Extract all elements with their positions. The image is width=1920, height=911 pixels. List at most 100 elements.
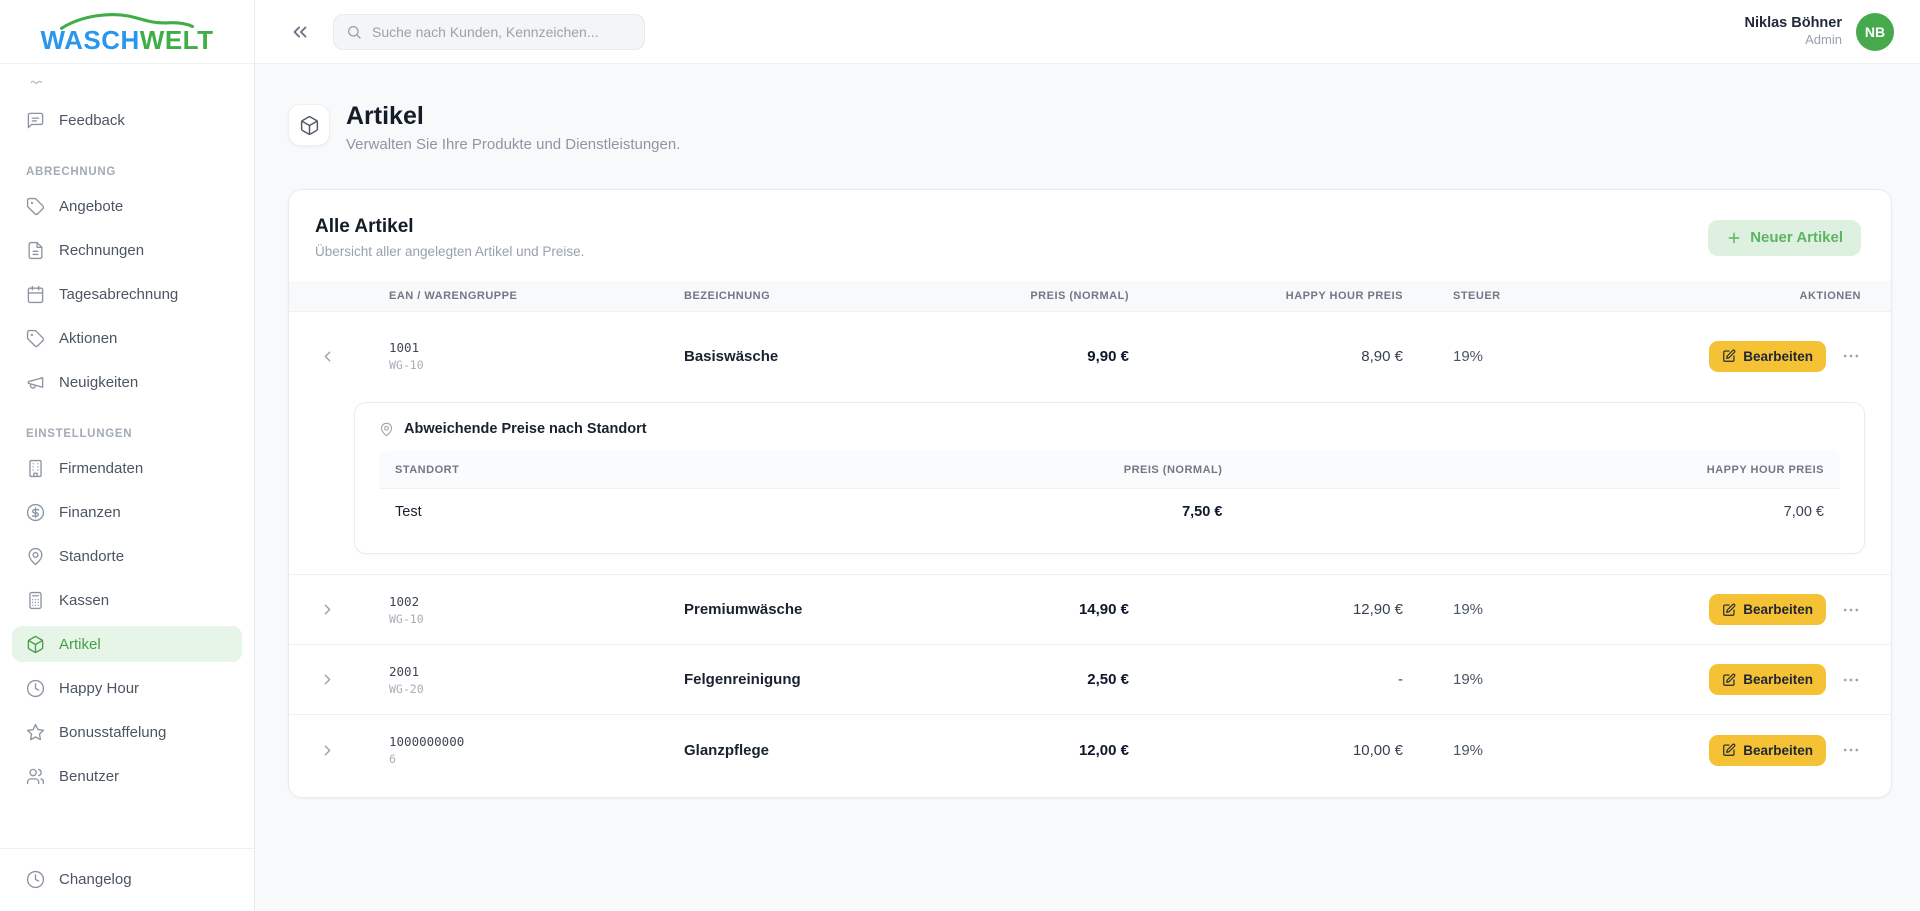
edit-icon [1722,673,1736,687]
sidebar-item-angebote[interactable]: Angebote [12,188,242,224]
section-title-abrechnung: ABRECHNUNG [12,166,242,178]
page-title: Artikel [346,104,680,129]
sidebar-item-tagesabrechnung[interactable]: Tagesabrechnung [12,276,242,312]
tax-value: 19% [1403,671,1579,688]
tag-icon [26,197,45,216]
table-row: 1001 WG-10 Basiswäsche 9,90 € 8,90 € 19%… [289,312,1891,400]
edit-label: Bearbeiten [1743,602,1813,617]
happy-hour-price: 10,00 € [1129,742,1403,759]
row-menu-button[interactable] [1841,670,1861,690]
sidebar-item-feedback[interactable]: Feedback [12,102,242,138]
waschwelt-logo[interactable]: WASCHWELT [41,11,214,53]
warengruppe-value: WG-20 [389,682,684,696]
card-title: Alle Artikel [315,216,584,238]
table-row: 1002 WG-10 Premiumwäsche 14,90 € 12,90 €… [289,575,1891,645]
sidebar: WASCHWELT Feedback ABRECHNUNG Angebote R… [0,0,255,911]
sidebar-item-happy-hour[interactable]: Happy Hour [12,670,242,706]
price-normal: 14,90 € [998,601,1129,618]
page-header: Artikel Verwalten Sie Ihre Produkte und … [288,104,1892,153]
edit-label: Bearbeiten [1743,349,1813,364]
calendar-icon [26,285,45,304]
sidebar-item-artikel[interactable]: Artikel [12,626,242,662]
sidebar-item-label: Finanzen [59,504,121,521]
chevron-left-icon [319,348,336,365]
col-header-ean: EAN / WARENGRUPPE [389,290,684,302]
ellipsis-icon [1841,600,1861,620]
edit-button[interactable]: Bearbeiten [1709,735,1826,766]
warengruppe-value: WG-10 [389,358,684,372]
edit-button[interactable]: Bearbeiten [1709,664,1826,695]
new-article-label: Neuer Artikel [1750,229,1843,246]
page-icon-box [288,104,330,146]
calculator-icon [26,591,45,610]
edit-button[interactable]: Bearbeiten [1709,341,1826,372]
sidebar-collapse-button[interactable] [289,21,311,43]
row-menu-button[interactable] [1841,600,1861,620]
sidebar-item-label: Artikel [59,636,101,653]
expand-row-button[interactable] [289,742,389,759]
ean-value: 1000000000 [389,734,684,749]
location-table-row: Test 7,50 € 7,00 € [379,489,1840,535]
sidebar-item-kassen[interactable]: Kassen [12,582,242,618]
article-name: Felgenreinigung [684,671,998,688]
expand-row-button[interactable] [289,601,389,618]
clipped-nav-icon [12,76,242,94]
building-icon [26,459,45,478]
sidebar-item-standorte[interactable]: Standorte [12,538,242,574]
table-row: 2001 WG-20 Felgenreinigung 2,50 € - 19% … [289,645,1891,715]
new-article-button[interactable]: Neuer Artikel [1708,220,1861,256]
ellipsis-icon [1841,346,1861,366]
edit-icon [1722,603,1736,617]
sidebar-footer: Changelog [0,848,254,911]
plus-icon [1726,230,1742,246]
row-actions: Bearbeiten [1579,735,1891,766]
logo-area: WASCHWELT [0,0,254,64]
sidebar-item-label: Rechnungen [59,242,144,259]
article-name: Glanzpflege [684,742,998,759]
sidebar-item-bonusstaffelung[interactable]: Bonusstaffelung [12,714,242,750]
sidebar-item-label: Feedback [59,112,125,129]
chevron-right-icon [319,671,336,688]
collapse-row-button[interactable] [289,348,389,365]
happy-hour-price: 7,00 € [1238,504,1840,520]
expand-row-button[interactable] [289,671,389,688]
edit-icon [1722,743,1736,757]
search-icon [346,24,362,40]
section-title-einstellungen: EINSTELLUNGEN [12,428,242,440]
app-root: WASCHWELT Feedback ABRECHNUNG Angebote R… [0,0,1920,911]
avatar[interactable]: NB [1856,13,1894,51]
sidebar-item-changelog[interactable]: Changelog [12,861,242,897]
cube-icon [26,635,45,654]
sidebar-item-label: Kassen [59,592,109,609]
row-menu-button[interactable] [1841,740,1861,760]
sidebar-item-firmendaten[interactable]: Firmendaten [12,450,242,486]
location-prices-title: Abweichende Preise nach Standort [404,421,647,437]
warengruppe-value: WG-10 [389,612,684,626]
price-normal: 7,50 € [809,504,1239,520]
tag-icon [26,329,45,348]
col-header-bezeichnung: BEZEICHNUNG [684,290,998,302]
row-menu-button[interactable] [1841,346,1861,366]
location-prices-panel: Abweichende Preise nach Standort STANDOR… [354,402,1865,554]
sidebar-item-aktionen[interactable]: Aktionen [12,320,242,356]
map-pin-icon [379,422,394,437]
ellipsis-icon [1841,740,1861,760]
article-row-group: 1001 WG-10 Basiswäsche 9,90 € 8,90 € 19%… [289,312,1891,575]
warengruppe-value: 6 [389,752,684,766]
col-header-aktionen: AKTIONEN [1579,290,1891,302]
sidebar-item-label: Bonusstaffelung [59,724,166,741]
standort-value: Test [379,504,809,520]
sidebar-item-neuigkeiten[interactable]: Neuigkeiten [12,364,242,400]
sidebar-item-rechnungen[interactable]: Rechnungen [12,232,242,268]
sidebar-item-finanzen[interactable]: Finanzen [12,494,242,530]
map-pin-icon [26,547,45,566]
tax-value: 19% [1403,742,1579,759]
search-input[interactable] [372,24,632,40]
edit-button[interactable]: Bearbeiten [1709,594,1826,625]
sidebar-item-benutzer[interactable]: Benutzer [12,758,242,794]
price-normal: 9,90 € [998,348,1129,365]
sidebar-item-label: Changelog [59,871,132,888]
sidebar-item-label: Firmendaten [59,460,143,477]
col-header-preis: PREIS (NORMAL) [809,464,1239,476]
logo-text: WASCHWELT [41,27,214,53]
